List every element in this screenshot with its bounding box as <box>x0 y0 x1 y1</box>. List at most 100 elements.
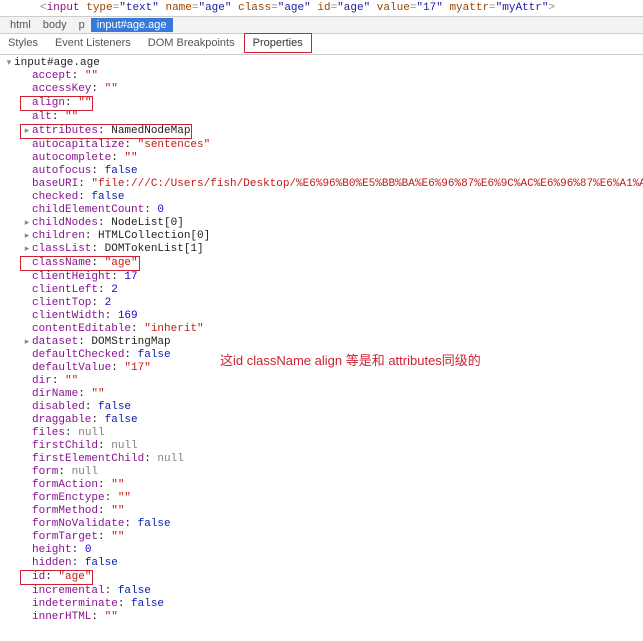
property-row[interactable]: attributes: NamedNodeMap <box>4 124 643 139</box>
property-row[interactable]: formAction: "" <box>4 479 643 492</box>
property-row[interactable]: align: "" <box>4 96 643 111</box>
property-key: formAction <box>32 479 98 491</box>
property-row[interactable]: disabled: false <box>4 401 643 414</box>
property-row[interactable]: hidden: false <box>4 557 643 570</box>
property-row[interactable]: formMethod: "" <box>4 505 643 518</box>
property-row[interactable]: indeterminate: false <box>4 598 643 611</box>
property-row[interactable]: clientLeft: 2 <box>4 284 643 297</box>
root-object-row[interactable]: input#age.age <box>4 57 643 70</box>
breadcrumb-item-selected[interactable]: input#age.age <box>91 18 173 32</box>
property-row[interactable]: baseURI: "file:///C:/Users/fish/Desktop/… <box>4 178 643 191</box>
property-row[interactable]: children: HTMLCollection[0] <box>4 230 643 243</box>
expand-arrow-icon[interactable] <box>4 57 14 70</box>
property-row[interactable]: contentEditable: "inherit" <box>4 323 643 336</box>
property-row[interactable]: clientWidth: 169 <box>4 310 643 323</box>
property-row[interactable]: accessKey: "" <box>4 83 643 96</box>
property-key: autocapitalize <box>32 139 124 151</box>
property-value: 169 <box>118 310 138 322</box>
property-row[interactable]: classList: DOMTokenList[1] <box>4 243 643 256</box>
property-row[interactable]: firstChild: null <box>4 440 643 453</box>
property-row[interactable]: autofocus: false <box>4 165 643 178</box>
tab-properties[interactable]: Properties <box>244 33 312 53</box>
property-value: false <box>138 349 171 361</box>
property-key: alt <box>32 111 52 123</box>
expand-arrow-icon[interactable] <box>22 217 32 230</box>
tab-dom-breakpoints[interactable]: DOM Breakpoints <box>140 34 244 54</box>
property-row[interactable]: checked: false <box>4 191 643 204</box>
property-key: clientLeft <box>32 284 98 296</box>
property-value: "age" <box>58 571 91 583</box>
property-row[interactable]: formNoValidate: false <box>4 518 643 531</box>
property-value: "" <box>105 611 118 623</box>
property-row[interactable]: height: 0 <box>4 544 643 557</box>
property-key: align <box>32 97 65 109</box>
property-key: clientWidth <box>32 310 105 322</box>
property-key: innerHTML <box>32 611 91 623</box>
tab-styles[interactable]: Styles <box>0 34 47 54</box>
property-row[interactable]: accept: "" <box>4 70 643 83</box>
property-value: NodeList[0] <box>111 217 184 229</box>
property-key: firstChild <box>32 440 98 452</box>
property-row[interactable]: formTarget: "" <box>4 531 643 544</box>
property-row[interactable]: dataset: DOMStringMap <box>4 336 643 349</box>
property-key: indeterminate <box>32 598 118 610</box>
expand-arrow-icon[interactable] <box>22 336 32 349</box>
tab-event-listeners[interactable]: Event Listeners <box>47 34 140 54</box>
property-row[interactable]: autocomplete: "" <box>4 152 643 165</box>
property-value: null <box>78 427 104 439</box>
property-value: null <box>72 466 98 478</box>
root-label: input#age.age <box>14 57 100 69</box>
expand-arrow-icon[interactable] <box>22 243 32 256</box>
breadcrumb-item[interactable]: html <box>4 18 37 32</box>
expand-arrow-icon[interactable] <box>22 230 32 243</box>
property-value: "" <box>91 388 104 400</box>
property-row[interactable]: id: "age" <box>4 570 643 585</box>
property-row[interactable]: clientHeight: 17 <box>4 271 643 284</box>
property-value: null <box>111 440 137 452</box>
property-value: "age" <box>105 257 138 269</box>
property-key: autocomplete <box>32 152 111 164</box>
property-key: childElementCount <box>32 204 144 216</box>
property-key: dataset <box>32 336 78 348</box>
property-row[interactable]: draggable: false <box>4 414 643 427</box>
property-value: 2 <box>111 284 118 296</box>
property-key: formEnctype <box>32 492 105 504</box>
property-value: "" <box>78 97 91 109</box>
property-key: defaultChecked <box>32 349 124 361</box>
property-row[interactable]: autocapitalize: "sentences" <box>4 139 643 152</box>
property-row[interactable]: childNodes: NodeList[0] <box>4 217 643 230</box>
breadcrumb: htmlbodypinput#age.age <box>0 16 643 34</box>
property-key: children <box>32 230 85 242</box>
property-row[interactable]: alt: "" <box>4 111 643 124</box>
properties-panel[interactable]: input#age.age accept: ""accessKey: ""ali… <box>0 55 643 628</box>
property-value: false <box>98 401 131 413</box>
property-row[interactable]: innerHTML: "" <box>4 611 643 624</box>
annotation-text: 这id className align 等是和 attributes同级的 <box>220 350 481 369</box>
property-key: files <box>32 427 65 439</box>
property-row[interactable]: files: null <box>4 427 643 440</box>
property-value: 2 <box>105 297 112 309</box>
property-key: disabled <box>32 401 85 413</box>
property-value: "17" <box>124 362 150 374</box>
property-row[interactable]: formEnctype: "" <box>4 492 643 505</box>
property-key: formTarget <box>32 531 98 543</box>
expand-arrow-icon[interactable] <box>22 125 32 138</box>
property-row[interactable]: clientTop: 2 <box>4 297 643 310</box>
property-key: dir <box>32 375 52 387</box>
property-key: baseURI <box>32 178 78 190</box>
property-value: 0 <box>85 544 92 556</box>
property-row[interactable]: incremental: false <box>4 585 643 598</box>
property-row[interactable]: firstElementChild: null <box>4 453 643 466</box>
property-value: false <box>105 414 138 426</box>
property-row[interactable]: childElementCount: 0 <box>4 204 643 217</box>
property-row[interactable]: dir: "" <box>4 375 643 388</box>
property-value: false <box>118 585 151 597</box>
property-key: classList <box>32 243 91 255</box>
breadcrumb-item[interactable]: body <box>37 18 73 32</box>
property-row[interactable]: dirName: "" <box>4 388 643 401</box>
property-value: DOMTokenList[1] <box>105 243 204 255</box>
property-key: contentEditable <box>32 323 131 335</box>
property-row[interactable]: form: null <box>4 466 643 479</box>
breadcrumb-item[interactable]: p <box>73 18 91 32</box>
property-row[interactable]: className: "age" <box>4 256 643 271</box>
